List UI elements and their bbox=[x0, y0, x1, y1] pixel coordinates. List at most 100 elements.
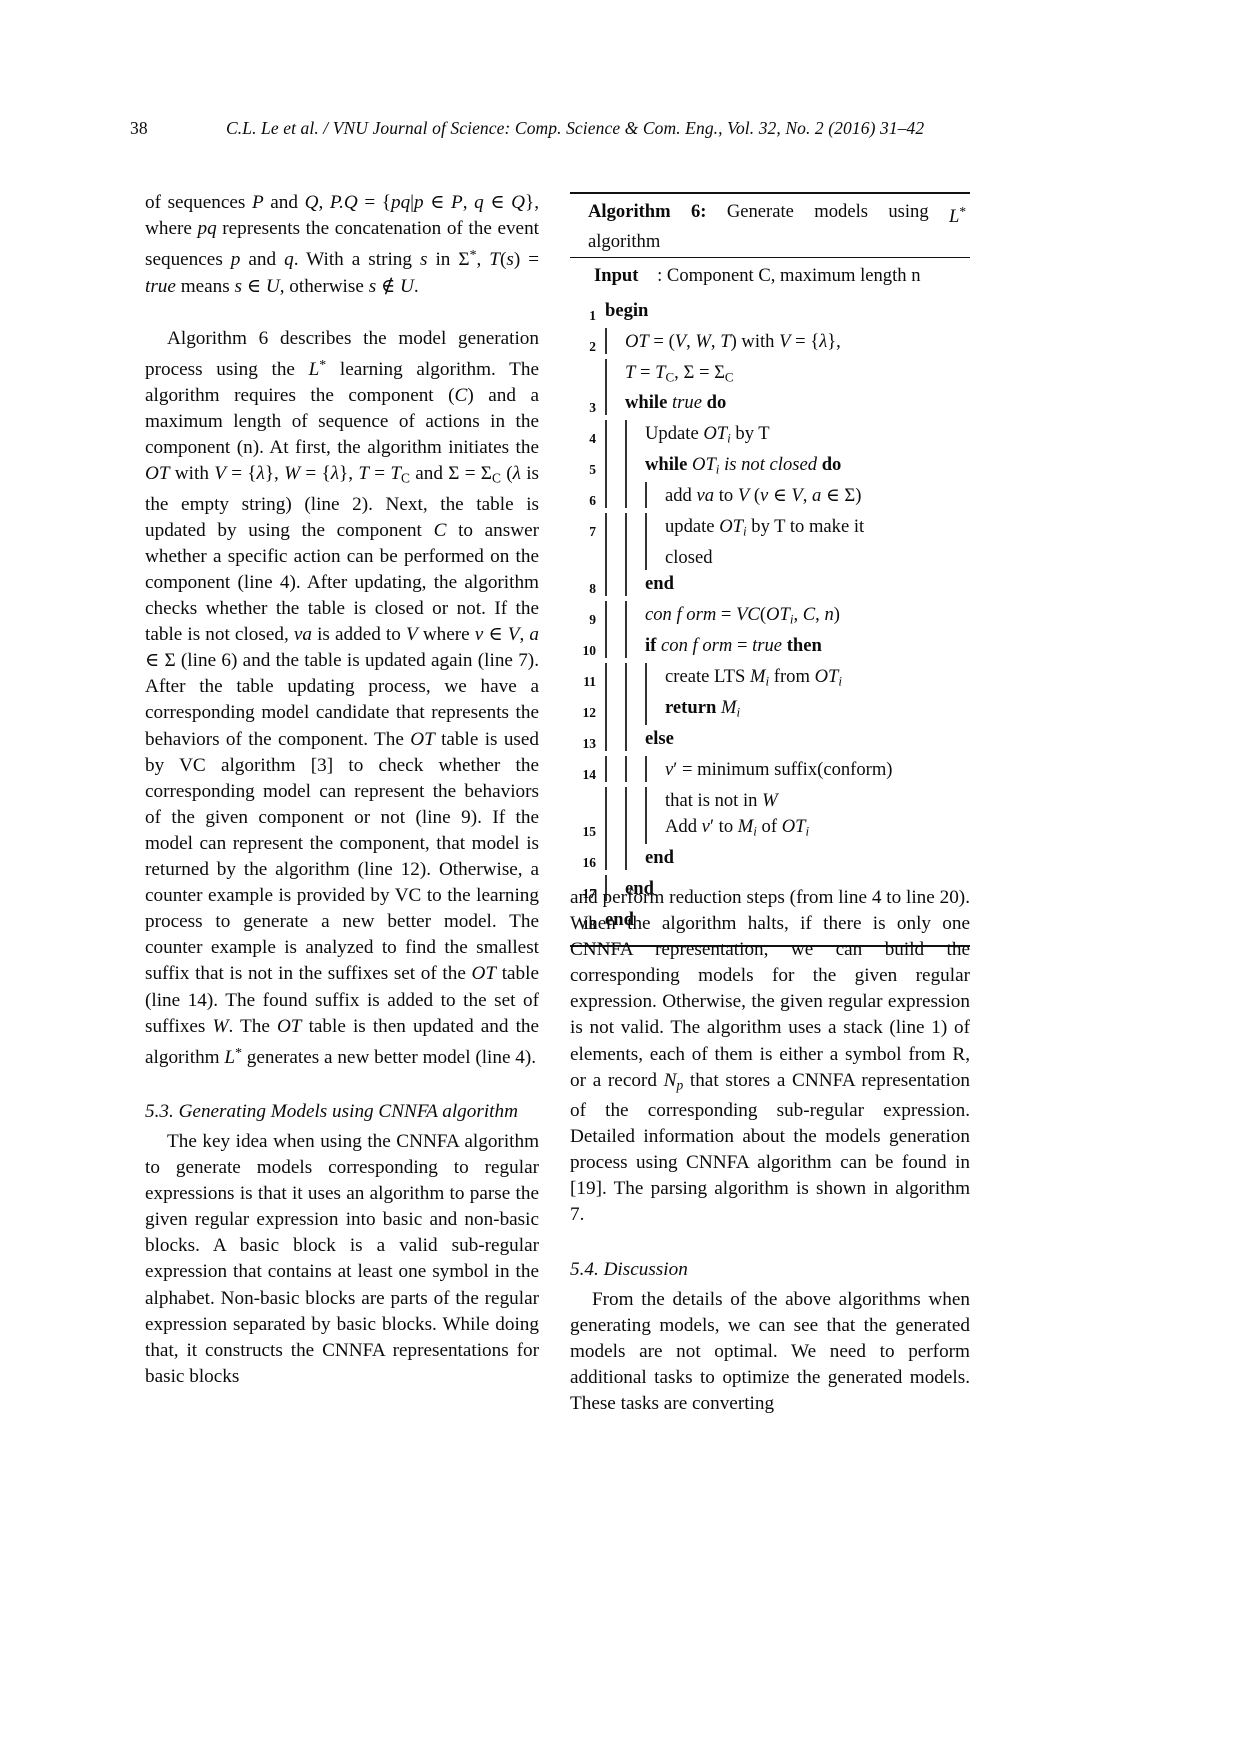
indent-bar bbox=[625, 844, 627, 871]
algorithm-title-line2: algorithm bbox=[588, 231, 661, 253]
indent-bar bbox=[605, 513, 607, 544]
left-column: of sequences P and Q, P.Q = {pq|p ∈ P, q… bbox=[145, 190, 539, 1390]
running-head: 38 C.L. Le et al. / VNU Journal of Scien… bbox=[130, 118, 1110, 144]
algorithm-line-8: 8 end bbox=[570, 570, 970, 601]
indent-bar bbox=[625, 694, 627, 725]
algorithm-line-14: 14 v′ = minimum suffix(conform) bbox=[570, 756, 970, 787]
indent-bar bbox=[605, 756, 607, 783]
indent-bar bbox=[605, 694, 607, 725]
indent-bar bbox=[605, 663, 607, 694]
algorithm-title-word-2: models bbox=[814, 201, 868, 222]
algorithm-line-3: 3 while true do bbox=[570, 389, 970, 420]
right-paragraph-1: and perform reduction steps (from line 4… bbox=[570, 887, 971, 1226]
indent-bar bbox=[605, 570, 607, 597]
line-code: Update OTi by T bbox=[645, 423, 770, 446]
algorithm-6-box: Algorithm 6: Generate models using L* al… bbox=[570, 192, 970, 948]
line-code: else bbox=[645, 728, 674, 750]
indent-bar bbox=[625, 756, 627, 783]
indent-bar bbox=[625, 482, 627, 509]
left-paragraph-2: Algorithm 6 describes the model generati… bbox=[145, 327, 540, 1068]
indent-bar bbox=[625, 632, 627, 659]
indent-bar bbox=[625, 513, 627, 544]
algorithm-line-13: 13 else bbox=[570, 725, 970, 756]
algorithm-line-10: 10 if con f orm = true then bbox=[570, 632, 970, 663]
line-code: add va to V (v ∈ V, a ∈ Σ) bbox=[665, 485, 862, 507]
algorithm-line-1: 1 begin bbox=[570, 297, 970, 328]
indent-bar bbox=[605, 844, 607, 871]
line-code: closed bbox=[665, 547, 713, 569]
algorithm-line-11: 11 create LTS Mi from OTi bbox=[570, 663, 970, 694]
line-number bbox=[570, 787, 596, 793]
indent-bar bbox=[625, 420, 627, 451]
line-code: while true do bbox=[625, 392, 727, 414]
algorithm-input-row: Input : Component C, maximum length n bbox=[570, 258, 970, 293]
line-number: 4 bbox=[589, 431, 596, 447]
indent-bar bbox=[605, 359, 607, 390]
line-code: v′ = minimum suffix(conform) bbox=[665, 759, 893, 781]
indent-bar bbox=[605, 420, 607, 451]
algorithm-line-2: 2 OT = (V, W, T) with V = {λ}, bbox=[570, 328, 970, 359]
line-code: if con f orm = true then bbox=[645, 635, 822, 657]
section-5-3-heading: 5.3. Generating Models using CNNFA algor… bbox=[145, 1101, 518, 1123]
line-code: end bbox=[645, 573, 674, 595]
algorithm-line-6: 6 add va to V (v ∈ V, a ∈ Σ) bbox=[570, 482, 970, 513]
indent-bar bbox=[625, 544, 627, 571]
algorithm-line-5: 5 while OTi is not closed do bbox=[570, 451, 970, 482]
indent-bar bbox=[605, 787, 607, 814]
algorithm-title-word-3: using bbox=[888, 201, 929, 222]
indent-bar bbox=[605, 451, 607, 482]
line-number: 5 bbox=[589, 462, 596, 478]
algorithm-line-7-cont: closed bbox=[570, 544, 970, 571]
algorithm-line-16: 16 end bbox=[570, 844, 970, 875]
algorithm-title: Algorithm 6: Generate models using L* al… bbox=[570, 194, 970, 257]
line-number: 2 bbox=[589, 339, 596, 355]
line-number: 14 bbox=[582, 767, 597, 783]
line-code: that is not in W bbox=[665, 790, 778, 812]
left-paragraph-1: of sequences P and Q, P.Q = {pq|p ∈ P, q… bbox=[145, 192, 540, 297]
line-number bbox=[570, 359, 596, 365]
line-code: return Mi bbox=[665, 697, 741, 720]
algorithm-input-value: : Component C, maximum length n bbox=[657, 265, 921, 287]
algorithm-title-word-1: Generate bbox=[726, 201, 794, 222]
line-code: OT = (V, W, T) with V = {λ}, bbox=[625, 331, 841, 353]
indent-bar bbox=[605, 725, 607, 752]
indent-bar bbox=[625, 725, 627, 752]
line-code: create LTS Mi from OTi bbox=[665, 666, 842, 689]
indent-bar bbox=[625, 787, 627, 814]
indent-bar bbox=[605, 544, 607, 571]
indent-bar bbox=[605, 482, 607, 509]
indent-bar bbox=[605, 632, 607, 659]
indent-bar bbox=[645, 663, 647, 694]
algorithm-lines: 1 begin 2 OT = (V, W, T) with V = {λ}, T… bbox=[570, 293, 970, 943]
page-number: 38 bbox=[130, 118, 148, 138]
indent-bar bbox=[605, 601, 607, 632]
indent-bar bbox=[645, 813, 647, 844]
right-column: and perform reduction steps (from line 4… bbox=[570, 885, 970, 1417]
indent-bar bbox=[625, 451, 627, 482]
line-number: 12 bbox=[582, 705, 597, 721]
left-paragraph-3: The key idea when using the CNNFA algori… bbox=[145, 1131, 539, 1387]
line-number: 9 bbox=[589, 612, 596, 628]
line-number: 15 bbox=[582, 824, 597, 840]
paper-page: 38 C.L. Le et al. / VNU Journal of Scien… bbox=[0, 0, 1239, 1754]
line-code: begin bbox=[605, 300, 649, 322]
algorithm-line-15: 15 Add v′ to Mi of OTi bbox=[570, 813, 970, 844]
indent-bar bbox=[645, 482, 647, 509]
line-number: 13 bbox=[582, 736, 597, 752]
indent-bar bbox=[625, 570, 627, 597]
algorithm-line-7: 7 update OTi by T to make it bbox=[570, 513, 970, 544]
line-number: 6 bbox=[589, 493, 596, 509]
algorithm-label: Algorithm bbox=[588, 201, 671, 222]
algorithm-input-label: Input bbox=[594, 265, 639, 287]
indent-bar bbox=[645, 544, 647, 571]
section-5-4-heading: 5.4. Discussion bbox=[570, 1258, 688, 1280]
algorithm-line-4: 4 Update OTi by T bbox=[570, 420, 970, 451]
indent-bar bbox=[625, 813, 627, 844]
indent-bar bbox=[625, 663, 627, 694]
algorithm-line-9: 9 con f orm = VC(OTi, C, n) bbox=[570, 601, 970, 632]
algorithm-line-14-cont: that is not in W bbox=[570, 787, 970, 814]
algorithm-title-word-4: L* bbox=[948, 204, 966, 228]
line-code: con f orm = VC(OTi, C, n) bbox=[645, 604, 840, 627]
indent-bar bbox=[645, 694, 647, 725]
algorithm-line-2-cont: T = TC, Σ = ΣC bbox=[570, 359, 970, 390]
